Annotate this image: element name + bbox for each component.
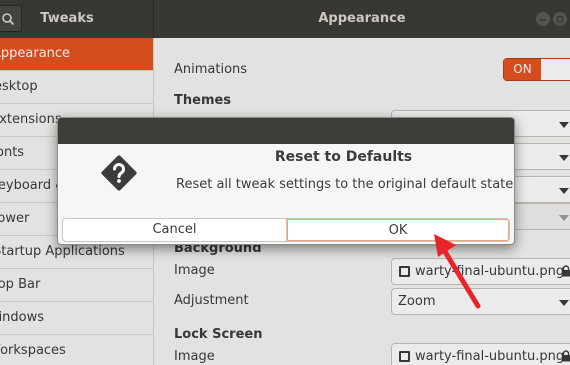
dialog-titlebar (58, 118, 514, 144)
cancel-button[interactable]: Cancel (63, 219, 287, 241)
reset-dialog: Reset to Defaults Reset all tweak settin… (57, 117, 515, 245)
pointer-arrow (434, 234, 481, 309)
dialog-title: Reset to Defaults (274, 149, 413, 165)
dialog-message: Reset all tweak settings to the original… (176, 177, 515, 192)
